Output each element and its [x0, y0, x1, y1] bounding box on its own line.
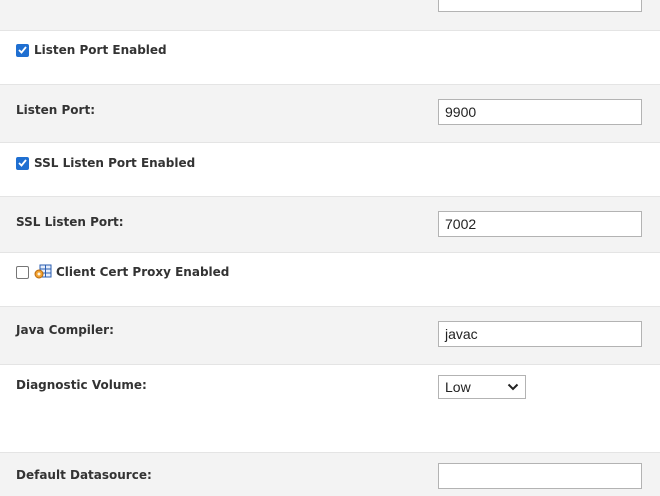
java-compiler-input[interactable]: javac [438, 321, 642, 347]
cutoff-input-field[interactable] [438, 0, 642, 12]
diagnostic-volume-label: Diagnostic Volume: [16, 378, 147, 392]
listen-port-row: Listen Port: 9900 [0, 84, 660, 142]
listen-port-input[interactable]: 9900 [438, 99, 642, 125]
server-settings-panel: Listen Port Enabled Listen Port: 9900 SS… [0, 0, 660, 496]
default-datasource-row: Default Datasource: [0, 452, 660, 496]
client-cert-proxy-enabled-checkbox[interactable] [16, 265, 29, 279]
ssl-listen-port-row: SSL Listen Port: 7002 [0, 196, 660, 252]
client-cert-proxy-enabled-label: Client Cert Proxy Enabled [56, 265, 230, 279]
listen-port-label: Listen Port: [16, 103, 95, 117]
diagnostic-volume-selected-value: Low [445, 379, 471, 395]
listen-port-enabled-label: Listen Port Enabled [34, 43, 167, 57]
java-compiler-label: Java Compiler: [16, 323, 114, 337]
ssl-listen-port-enabled-checkbox[interactable] [16, 156, 29, 170]
checkmark-icon [18, 159, 27, 167]
chevron-down-icon [507, 383, 519, 391]
ssl-listen-port-label: SSL Listen Port: [16, 215, 124, 229]
listen-port-enabled-checkbox[interactable] [16, 43, 29, 57]
default-datasource-label: Default Datasource: [16, 468, 152, 482]
listen-port-enabled-row: Listen Port Enabled [0, 30, 660, 70]
listen-port-enabled-checkbox-wrapper[interactable]: Listen Port Enabled [16, 43, 167, 57]
ssl-listen-port-enabled-label: SSL Listen Port Enabled [34, 156, 196, 170]
java-compiler-row: Java Compiler: javac [0, 306, 660, 364]
cutoff-row [0, 0, 660, 30]
diagnostic-volume-row: Diagnostic Volume: Low [0, 364, 660, 452]
proxy-config-icon [34, 264, 52, 279]
default-datasource-input[interactable] [438, 463, 642, 489]
client-cert-proxy-enabled-row: Client Cert Proxy Enabled [0, 252, 660, 306]
client-cert-proxy-checkbox-wrapper[interactable]: Client Cert Proxy Enabled [16, 264, 229, 280]
ssl-listen-port-input[interactable]: 7002 [438, 211, 642, 237]
checkmark-icon [18, 46, 27, 54]
ssl-listen-port-enabled-checkbox-wrapper[interactable]: SSL Listen Port Enabled [16, 156, 195, 170]
diagnostic-volume-select[interactable]: Low [438, 375, 526, 399]
ssl-listen-port-enabled-row: SSL Listen Port Enabled [0, 142, 660, 182]
